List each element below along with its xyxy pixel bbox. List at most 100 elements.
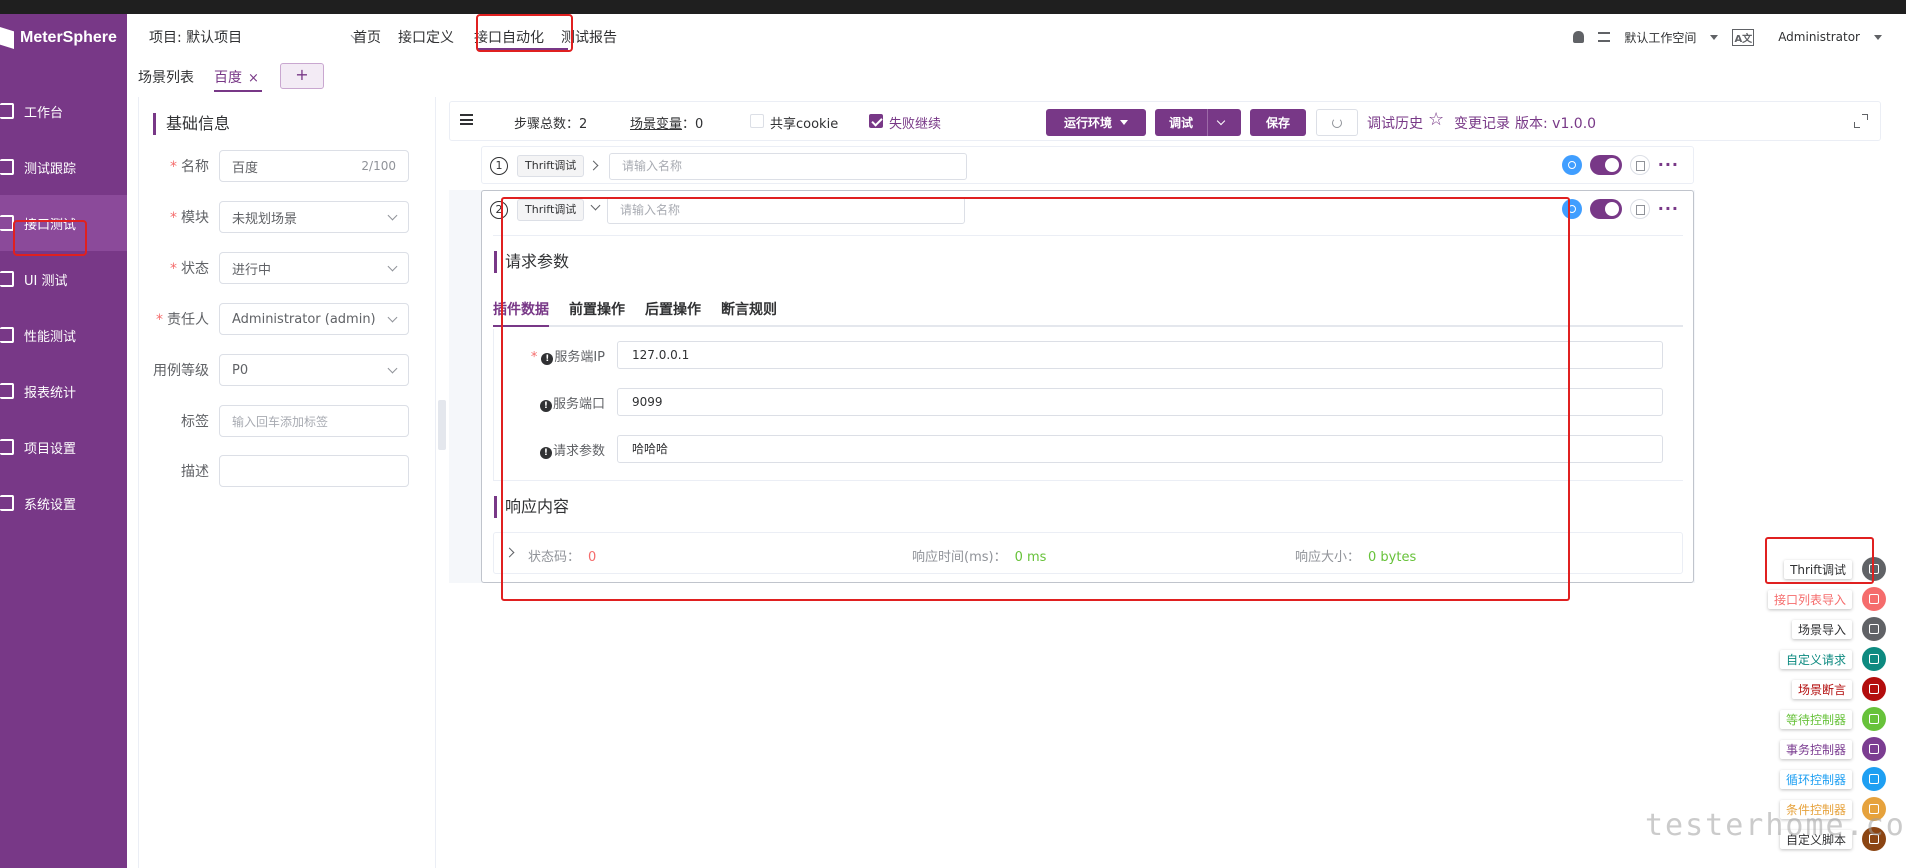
debug-dropdown[interactable] bbox=[1207, 109, 1233, 136]
enable-toggle[interactable] bbox=[1589, 199, 1622, 219]
request-subtabs: 插件数据 前置操作 后置操作 断言规则 bbox=[493, 299, 1683, 327]
nav-test-report[interactable]: 测试报告 bbox=[561, 27, 617, 47]
sidebar-item-7[interactable]: 系统设置 bbox=[0, 475, 127, 531]
server-port-input[interactable]: 9099 bbox=[617, 388, 1663, 416]
add-menu-label[interactable]: 场景断言 bbox=[1791, 679, 1852, 699]
step-item-2-wrapper: 2 Thrift调试 请输入名称 ··· 请求参数 插件数据 前置操作 后置操作… bbox=[449, 190, 1695, 583]
step-name-input[interactable]: 请输入名称 bbox=[609, 153, 967, 180]
add-menu-item[interactable]: 场景断言 bbox=[1686, 676, 1886, 702]
workspace-selector[interactable]: 默认工作空间 bbox=[1624, 29, 1696, 46]
more-icon[interactable]: ··· bbox=[1658, 157, 1679, 173]
run-env-button[interactable]: 运行环境 bbox=[1046, 109, 1146, 136]
transaction-icon[interactable] bbox=[1862, 737, 1886, 761]
refresh-button[interactable] bbox=[1316, 109, 1358, 136]
loop-icon[interactable] bbox=[1862, 767, 1886, 791]
add-menu-item[interactable]: 循环控制器 bbox=[1686, 766, 1886, 792]
form-row-module: * 模块 未规划场景 bbox=[139, 201, 409, 233]
sidebar-item-4[interactable]: 性能测试 bbox=[0, 307, 127, 363]
tag-input[interactable]: 输入回车添加标签 bbox=[219, 405, 409, 437]
performance-icon bbox=[0, 327, 14, 343]
status-select[interactable]: 进行中 bbox=[219, 252, 409, 284]
save-button[interactable]: 保存 bbox=[1250, 109, 1306, 136]
tab-assertion-rules[interactable]: 断言规则 bbox=[721, 299, 777, 327]
add-menu-label[interactable]: 等待控制器 bbox=[1779, 709, 1852, 729]
project-selector[interactable]: 项目: 默认项目 bbox=[149, 14, 361, 60]
nav-api-definition[interactable]: 接口定义 bbox=[398, 27, 454, 47]
debug-history-link[interactable]: 调试历史 bbox=[1367, 113, 1423, 133]
panel-splitter[interactable] bbox=[438, 400, 446, 450]
debug-button[interactable]: 调试 bbox=[1155, 109, 1241, 136]
run-icon[interactable] bbox=[1561, 199, 1582, 219]
sidebar-item-label: 项目设置 bbox=[24, 441, 77, 457]
tab-post-operation[interactable]: 后置操作 bbox=[645, 299, 701, 327]
more-icon[interactable]: ··· bbox=[1658, 201, 1679, 217]
desc-textarea[interactable] bbox=[219, 455, 409, 487]
chevron-down-icon[interactable] bbox=[590, 200, 601, 211]
add-menu-item[interactable]: 事务控制器 bbox=[1686, 736, 1886, 762]
add-menu-label[interactable]: 场景导入 bbox=[1791, 619, 1852, 639]
nav-home[interactable]: 首页 bbox=[353, 27, 381, 47]
nav-api-automation[interactable]: 接口自动化 bbox=[474, 27, 544, 47]
sidebar-item-6[interactable]: 项目设置 bbox=[0, 419, 127, 475]
response-summary[interactable]: 状态码： 0 响应时间(ms)： 0 ms 响应大小： 0 bytes bbox=[493, 532, 1683, 574]
add-tab-button[interactable]: + bbox=[280, 63, 324, 89]
add-menu-item[interactable]: 自定义请求 bbox=[1686, 646, 1886, 672]
menu-icon[interactable] bbox=[460, 114, 473, 125]
fail-continue-label: 失败继续 bbox=[889, 117, 942, 132]
version-label[interactable]: 版本: v1.0.0 bbox=[1515, 113, 1596, 133]
sidebar-item-2[interactable]: 接口测试 bbox=[0, 195, 127, 251]
expand-icon[interactable] bbox=[1854, 114, 1868, 128]
sidebar-item-0[interactable]: 工作台 bbox=[0, 83, 127, 139]
name-input[interactable]: 百度 2/100 bbox=[219, 150, 409, 182]
scene-import-icon[interactable] bbox=[1862, 617, 1886, 641]
add-menu-item[interactable]: 场景导入 bbox=[1686, 616, 1886, 642]
run-icon[interactable] bbox=[1561, 155, 1582, 175]
add-menu-label[interactable]: 循环控制器 bbox=[1779, 769, 1852, 789]
step-name-input[interactable]: 请输入名称 bbox=[607, 197, 965, 224]
share-cookie-checkbox[interactable] bbox=[750, 114, 764, 128]
import-list-icon[interactable] bbox=[1862, 587, 1886, 611]
server-ip-input[interactable]: 127.0.0.1 bbox=[617, 341, 1663, 369]
divider bbox=[493, 235, 1683, 236]
user-menu[interactable]: Administrator bbox=[1778, 30, 1860, 44]
app-logo[interactable]: MeterSphere bbox=[0, 20, 117, 56]
chevron-right-icon[interactable] bbox=[504, 547, 515, 558]
add-menu-label[interactable]: 事务控制器 bbox=[1779, 739, 1852, 759]
add-menu-item[interactable]: 等待控制器 bbox=[1686, 706, 1886, 732]
copy-icon[interactable] bbox=[1629, 155, 1650, 175]
language-icon[interactable]: A文 bbox=[1732, 28, 1755, 46]
clock-icon[interactable] bbox=[1862, 707, 1886, 731]
bell-icon[interactable] bbox=[1573, 31, 1585, 43]
custom-request-icon[interactable] bbox=[1862, 647, 1886, 671]
tab-plugin-data[interactable]: 插件数据 bbox=[493, 299, 549, 327]
chevron-right-icon[interactable] bbox=[588, 160, 599, 171]
pencil-icon[interactable] bbox=[1862, 557, 1886, 581]
add-menu-label[interactable]: Thrift调试 bbox=[1784, 559, 1852, 579]
request-params-title: 请求参数 bbox=[494, 251, 569, 273]
fail-continue-checkbox[interactable] bbox=[869, 114, 883, 128]
assert-icon[interactable] bbox=[1862, 677, 1886, 701]
copy-icon[interactable] bbox=[1629, 199, 1650, 219]
module-select[interactable]: 未规划场景 bbox=[219, 201, 409, 233]
close-icon[interactable]: × bbox=[248, 71, 259, 86]
sidebar-item-3[interactable]: UI 测试 bbox=[0, 251, 127, 307]
tab-pre-operation[interactable]: 前置操作 bbox=[569, 299, 625, 327]
scene-variables[interactable]: 场景变量：0 bbox=[630, 113, 703, 132]
request-params-input[interactable]: 哈哈哈 bbox=[617, 435, 1663, 463]
tab-scene-list[interactable]: 场景列表 bbox=[138, 67, 194, 87]
add-menu-label[interactable]: 自定义请求 bbox=[1779, 649, 1852, 669]
response-size: 响应大小： 0 bytes bbox=[1295, 550, 1417, 565]
add-menu-label[interactable]: 接口列表导入 bbox=[1767, 589, 1852, 609]
change-log-link[interactable]: 变更记录 bbox=[1454, 113, 1510, 133]
add-menu-item[interactable]: Thrift调试 bbox=[1686, 556, 1886, 582]
sidebar-item-1[interactable]: 测试跟踪 bbox=[0, 139, 127, 195]
tab-current[interactable]: 百度 × bbox=[214, 67, 259, 87]
star-icon[interactable]: ☆ bbox=[1428, 111, 1444, 129]
enable-toggle[interactable] bbox=[1589, 155, 1622, 175]
add-menu-item[interactable]: 接口列表导入 bbox=[1686, 586, 1886, 612]
caret-down-icon[interactable] bbox=[1874, 34, 1882, 40]
level-select[interactable]: P0 bbox=[219, 354, 409, 386]
caret-down-icon[interactable] bbox=[1710, 34, 1719, 40]
sidebar-item-5[interactable]: 报表统计 bbox=[0, 363, 127, 419]
owner-select[interactable]: Administrator (admin) bbox=[219, 303, 409, 335]
